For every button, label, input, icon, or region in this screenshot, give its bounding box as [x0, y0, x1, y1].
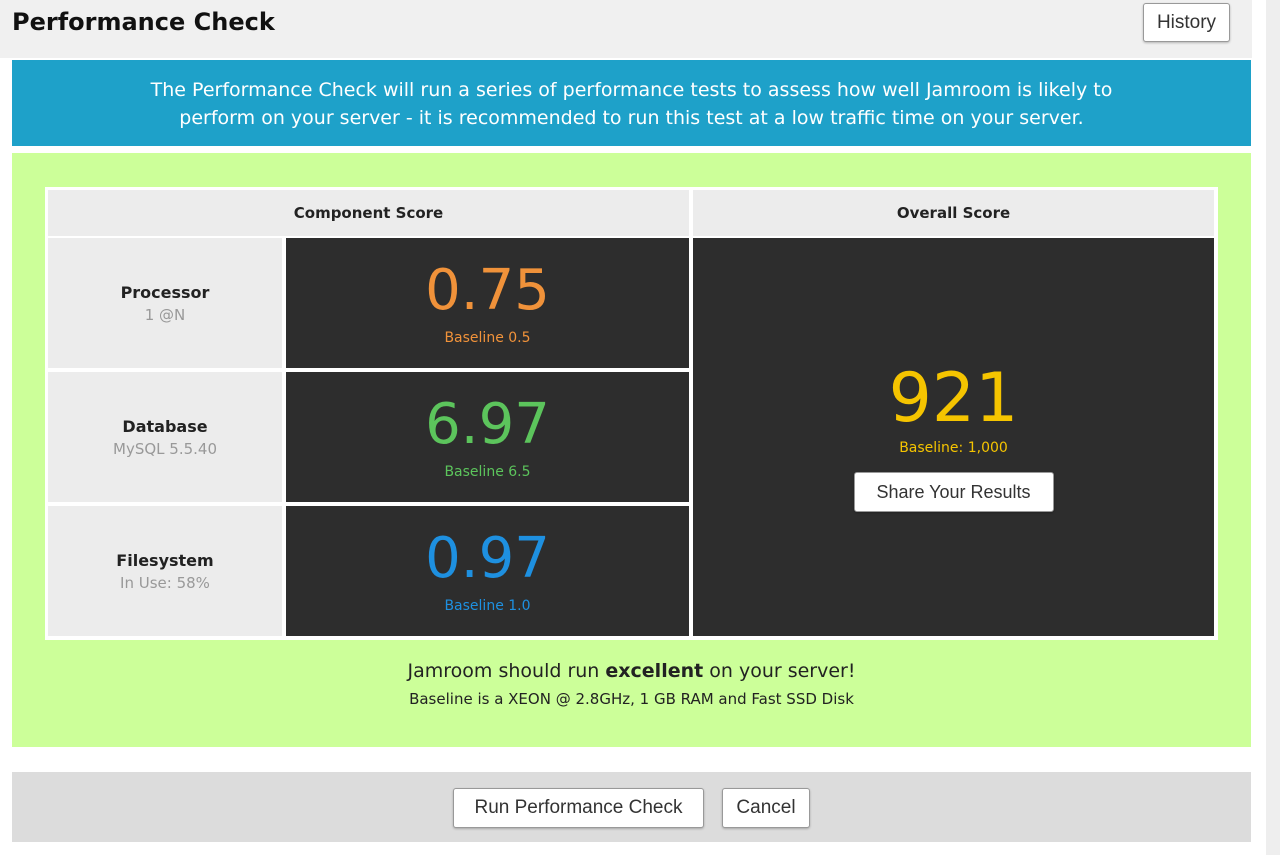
baseline-note: Baseline is a XEON @ 2.8GHz, 1 GB RAM an…	[409, 690, 854, 708]
processor-score: 0.75 Baseline 0.5	[286, 238, 689, 368]
component-detail: In Use: 58%	[120, 573, 210, 592]
component-detail: MySQL 5.5.40	[113, 439, 217, 458]
component-name: Filesystem	[116, 550, 214, 570]
share-results-button[interactable]: Share Your Results	[853, 472, 1054, 512]
page-title: Performance Check	[12, 8, 275, 36]
score-baseline: Baseline 0.5	[444, 330, 531, 346]
database-score: 6.97 Baseline 6.5	[286, 372, 689, 502]
database-label: Database MySQL 5.5.40	[48, 372, 282, 502]
summary-suffix: on your server!	[703, 660, 856, 682]
overall-baseline: Baseline: 1,000	[899, 440, 1008, 456]
component-detail: 1 @N	[144, 305, 186, 324]
result-summary: Jamroom should run excellent on your ser…	[12, 660, 1251, 682]
info-banner: The Performance Check will run a series …	[12, 60, 1251, 146]
cancel-button[interactable]: Cancel	[722, 788, 810, 828]
processor-label: Processor 1 @N	[48, 238, 282, 368]
summary-prefix: Jamroom should run	[407, 660, 606, 682]
overall-score-panel: 921 Baseline: 1,000 Share Your Results	[693, 238, 1214, 636]
run-performance-check-button[interactable]: Run Performance Check	[453, 788, 704, 828]
performance-rating: excellent	[605, 660, 704, 682]
overall-score-value: 921	[888, 359, 1019, 438]
banner-line-1: The Performance Check will run a series …	[150, 79, 1113, 101]
score-value: 0.97	[425, 526, 550, 591]
overall-score-header: Overall Score	[693, 190, 1214, 236]
filesystem-label: Filesystem In Use: 58%	[48, 506, 282, 636]
score-value: 6.97	[425, 392, 550, 457]
result-message: Jamroom should run excellent on your ser…	[12, 660, 1251, 708]
score-baseline: Baseline 6.5	[444, 464, 531, 480]
score-table: Component Score Overall Score Processor …	[45, 187, 1218, 640]
component-score-header: Component Score	[48, 190, 689, 236]
history-button[interactable]: History	[1143, 3, 1230, 42]
score-value: 0.75	[425, 258, 550, 323]
scrollbar[interactable]	[1266, 0, 1280, 855]
filesystem-score: 0.97 Baseline 1.0	[286, 506, 689, 636]
banner-line-2: perform on your server - it is recommend…	[179, 107, 1084, 129]
score-baseline: Baseline 1.0	[444, 598, 531, 614]
component-name: Processor	[120, 282, 210, 302]
component-name: Database	[122, 416, 208, 436]
